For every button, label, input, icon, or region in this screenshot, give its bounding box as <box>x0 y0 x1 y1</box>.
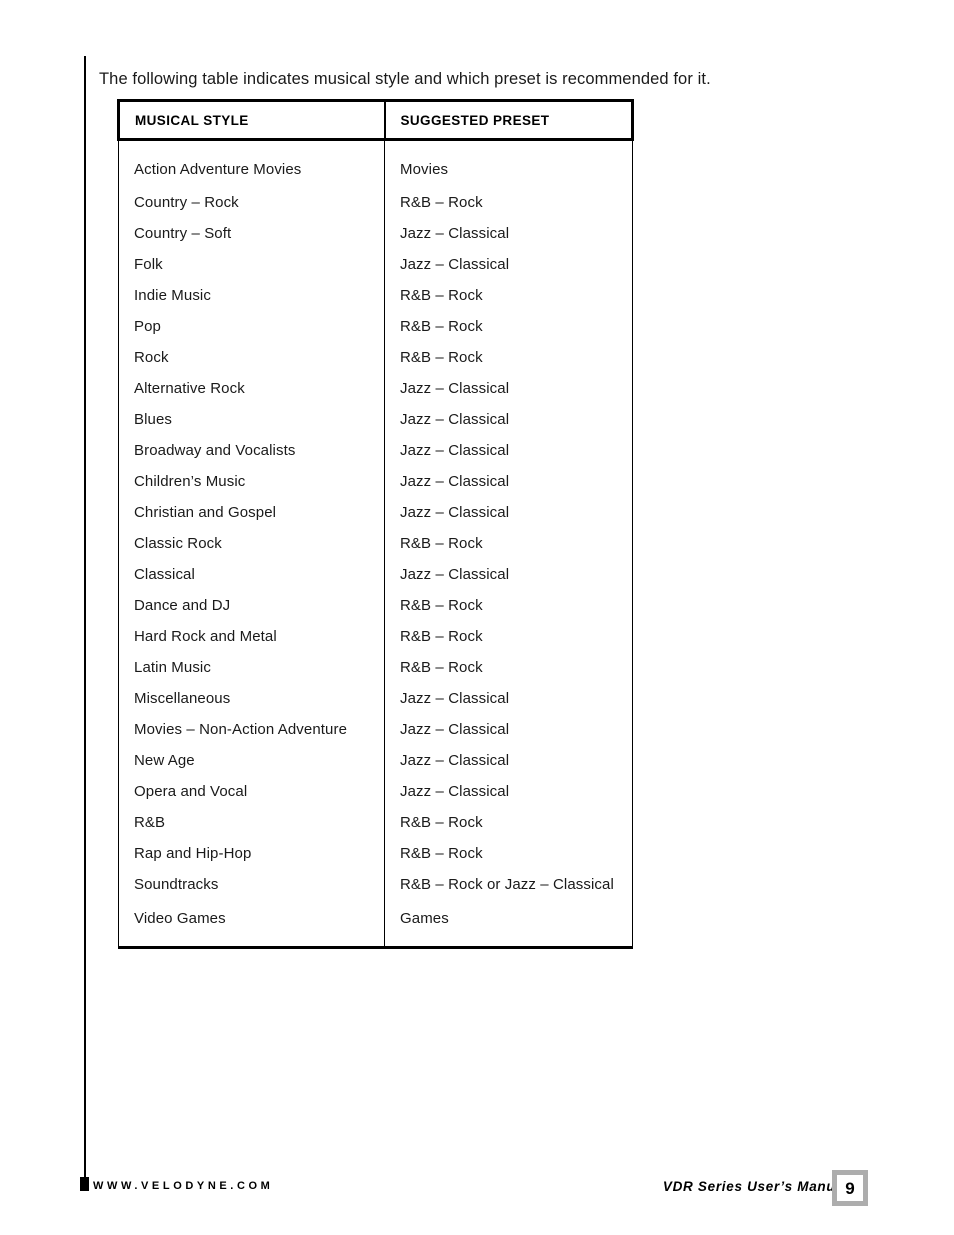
table-row: Action Adventure Movies Movies <box>118 139 633 187</box>
cell-suggested-preset: R&B – Rock <box>384 807 633 838</box>
cell-suggested-preset: R&B – Rock <box>384 838 633 869</box>
cell-musical-style: R&B <box>118 807 385 838</box>
cell-suggested-preset: R&B – Rock <box>384 342 633 373</box>
column-header-suggested-preset: SUGGESTED PRESET <box>384 99 634 141</box>
table-row: Rock R&B – Rock <box>118 342 633 373</box>
table-row: Country – Soft Jazz – Classical <box>118 218 633 249</box>
table-row: Dance and DJ R&B – Rock <box>118 590 633 621</box>
cell-musical-style: Soundtracks <box>118 869 385 900</box>
cell-suggested-preset: R&B – Rock <box>384 652 633 683</box>
table-row: Latin Music R&B – Rock <box>118 652 633 683</box>
table-row: Christian and Gospel Jazz – Classical <box>118 497 633 528</box>
table-row: Movies – Non-Action Adventure Jazz – Clas… <box>118 714 633 745</box>
cell-suggested-preset: Jazz – Classical <box>384 373 633 404</box>
cell-suggested-preset: Games <box>384 900 633 949</box>
cell-suggested-preset: Jazz – Classical <box>384 683 633 714</box>
cell-suggested-preset: Jazz – Classical <box>384 466 633 497</box>
cell-suggested-preset: R&B – Rock <box>384 311 633 342</box>
cell-musical-style: Classic Rock <box>118 528 385 559</box>
intro-paragraph: The following table indicates musical st… <box>99 69 711 88</box>
cell-suggested-preset: Jazz – Classical <box>384 404 633 435</box>
cell-musical-style: Rock <box>118 342 385 373</box>
table-row: R&B R&B – Rock <box>118 807 633 838</box>
cell-suggested-preset: Jazz – Classical <box>384 745 633 776</box>
table-row: Miscellaneous Jazz – Classical <box>118 683 633 714</box>
cell-musical-style: Action Adventure Movies <box>118 139 385 187</box>
cell-musical-style: Video Games <box>118 900 385 949</box>
page-number-box: 9 <box>832 1170 868 1206</box>
cell-musical-style: Broadway and Vocalists <box>118 435 385 466</box>
cell-suggested-preset: R&B – Rock or Jazz – Classical <box>384 869 633 900</box>
cell-musical-style: Dance and DJ <box>118 590 385 621</box>
table-header-row: MUSICAL STYLE SUGGESTED PRESET <box>117 99 634 141</box>
cell-musical-style: Folk <box>118 249 385 280</box>
cell-suggested-preset: Jazz – Classical <box>384 249 633 280</box>
cell-musical-style: Christian and Gospel <box>118 497 385 528</box>
table-row: Blues Jazz – Classical <box>118 404 633 435</box>
cell-suggested-preset: Jazz – Classical <box>384 497 633 528</box>
cell-musical-style: Latin Music <box>118 652 385 683</box>
footer-website: WWW.VELODYNE.COM <box>93 1180 274 1192</box>
musical-style-preset-table: MUSICAL STYLE SUGGESTED PRESET Action Ad… <box>117 99 634 949</box>
left-margin-rule <box>84 56 86 1180</box>
cell-musical-style: Country – Rock <box>118 187 385 218</box>
table-row: Hard Rock and Metal R&B – Rock <box>118 621 633 652</box>
table-row: Classical Jazz – Classical <box>118 559 633 590</box>
cell-musical-style: Country – Soft <box>118 218 385 249</box>
cell-suggested-preset: Jazz – Classical <box>384 559 633 590</box>
cell-musical-style: Rap and Hip-Hop <box>118 838 385 869</box>
page-number: 9 <box>845 1178 855 1198</box>
cell-musical-style: Pop <box>118 311 385 342</box>
table-row: Video Games Games <box>118 900 633 949</box>
cell-musical-style: Children’s Music <box>118 466 385 497</box>
cell-musical-style: Classical <box>118 559 385 590</box>
cell-suggested-preset: Jazz – Classical <box>384 218 633 249</box>
table-row: Rap and Hip-Hop R&B – Rock <box>118 838 633 869</box>
table-row: Children’s Music Jazz – Classical <box>118 466 633 497</box>
cell-suggested-preset: Jazz – Classical <box>384 435 633 466</box>
table-header: MUSICAL STYLE SUGGESTED PRESET <box>117 99 634 141</box>
cell-musical-style: Opera and Vocal <box>118 776 385 807</box>
cell-suggested-preset: Movies <box>384 139 633 187</box>
cell-musical-style: Indie Music <box>118 280 385 311</box>
table-row: Indie Music R&B – Rock <box>118 280 633 311</box>
cell-musical-style: Hard Rock and Metal <box>118 621 385 652</box>
table-row: Alternative Rock Jazz – Classical <box>118 373 633 404</box>
cell-suggested-preset: R&B – Rock <box>384 187 633 218</box>
column-header-musical-style: MUSICAL STYLE <box>117 99 386 141</box>
table-body: Action Adventure Movies Movies Country – R… <box>118 139 633 949</box>
table-row: Folk Jazz – Classical <box>118 249 633 280</box>
table-row: Opera and Vocal Jazz – Classical <box>118 776 633 807</box>
cell-suggested-preset: Jazz – Classical <box>384 714 633 745</box>
table-row: Classic Rock R&B – Rock <box>118 528 633 559</box>
table-row: Broadway and Vocalists Jazz – Classical <box>118 435 633 466</box>
footer-manual-title: VDR Series User’s Manual <box>662 1179 848 1194</box>
cell-musical-style: Blues <box>118 404 385 435</box>
cell-suggested-preset: Jazz – Classical <box>384 776 633 807</box>
cell-musical-style: Alternative Rock <box>118 373 385 404</box>
cell-suggested-preset: R&B – Rock <box>384 280 633 311</box>
cell-suggested-preset: R&B – Rock <box>384 621 633 652</box>
cell-musical-style: Movies – Non-Action Adventure <box>118 714 385 745</box>
table-row: New Age Jazz – Classical <box>118 745 633 776</box>
table-row: Pop R&B – Rock <box>118 311 633 342</box>
left-margin-rule-cap-marker <box>80 1177 89 1191</box>
cell-musical-style: Miscellaneous <box>118 683 385 714</box>
cell-suggested-preset: R&B – Rock <box>384 590 633 621</box>
cell-musical-style: New Age <box>118 745 385 776</box>
table-row: Country – Rock R&B – Rock <box>118 187 633 218</box>
cell-suggested-preset: R&B – Rock <box>384 528 633 559</box>
table-row: Soundtracks R&B – Rock or Jazz – Classica… <box>118 869 633 900</box>
